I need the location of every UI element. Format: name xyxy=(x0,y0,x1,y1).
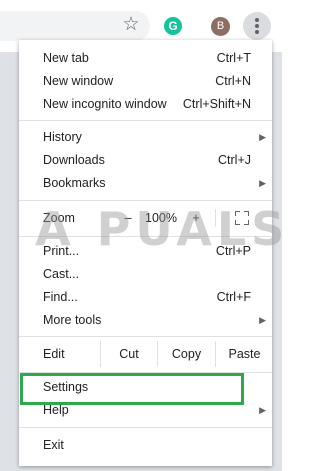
menu-item-history[interactable]: History ▶ xyxy=(19,126,272,149)
cut-button[interactable]: Cut xyxy=(100,341,157,367)
watermark-text: A PUALS xyxy=(35,202,282,256)
edit-control-row: Edit Cut Copy Paste xyxy=(19,341,272,367)
menu-item-new-tab[interactable]: New tab Ctrl+T xyxy=(19,47,272,70)
submenu-arrow-icon: ▶ xyxy=(259,405,266,415)
appuals-watermark: A PUALS xyxy=(35,198,282,278)
menu-item-label: New tab xyxy=(43,51,89,65)
menu-item-label: History xyxy=(43,130,82,144)
copy-button[interactable]: Copy xyxy=(157,341,215,367)
menu-item-shortcut: Ctrl+Shift+N xyxy=(182,97,251,111)
menu-item-bookmarks[interactable]: Bookmarks ▶ xyxy=(19,172,272,195)
menu-item-label: Exit xyxy=(43,438,64,452)
browser-window: ☆ G B New tab Ctrl+T New window Ctrl+N N… xyxy=(0,0,282,471)
grammarly-extension-icon[interactable]: G xyxy=(164,17,182,35)
menu-item-shortcut: Ctrl+F xyxy=(216,290,251,304)
menu-item-exit[interactable]: Exit xyxy=(19,434,272,457)
menu-item-label: Downloads xyxy=(43,153,105,167)
menu-item-shortcut: Ctrl+J xyxy=(218,153,251,167)
submenu-arrow-icon: ▶ xyxy=(259,132,266,142)
chrome-menu-button[interactable] xyxy=(243,12,271,40)
menu-item-label: Find... xyxy=(43,290,78,304)
submenu-arrow-icon: ▶ xyxy=(259,178,266,188)
edit-label: Edit xyxy=(43,347,65,361)
paste-button[interactable]: Paste xyxy=(215,341,273,367)
menu-item-shortcut: Ctrl+N xyxy=(215,74,251,88)
menu-item-find[interactable]: Find... Ctrl+F xyxy=(19,286,272,309)
menu-item-label: New window xyxy=(43,74,114,88)
menu-item-more-tools[interactable]: More tools ▶ xyxy=(19,309,272,332)
submenu-arrow-icon: ▶ xyxy=(259,315,266,325)
menu-item-shortcut: Ctrl+T xyxy=(216,51,251,65)
settings-highlight-box xyxy=(20,373,244,405)
menu-item-label: More tools xyxy=(43,313,102,327)
menu-item-label: Bookmarks xyxy=(43,176,106,190)
kebab-dot xyxy=(255,18,259,22)
menu-item-new-incognito-window[interactable]: New incognito window Ctrl+Shift+N xyxy=(19,93,272,116)
kebab-dot xyxy=(255,30,259,34)
menu-separator xyxy=(19,120,272,121)
profile-avatar[interactable]: B xyxy=(211,17,230,36)
menu-item-label: New incognito window xyxy=(43,97,167,111)
menu-separator xyxy=(19,427,272,428)
menu-item-downloads[interactable]: Downloads Ctrl+J xyxy=(19,149,272,172)
menu-separator xyxy=(19,336,272,337)
menu-item-new-window[interactable]: New window Ctrl+N xyxy=(19,70,272,93)
kebab-dot xyxy=(255,24,259,28)
bookmark-star-icon[interactable]: ☆ xyxy=(121,15,141,35)
